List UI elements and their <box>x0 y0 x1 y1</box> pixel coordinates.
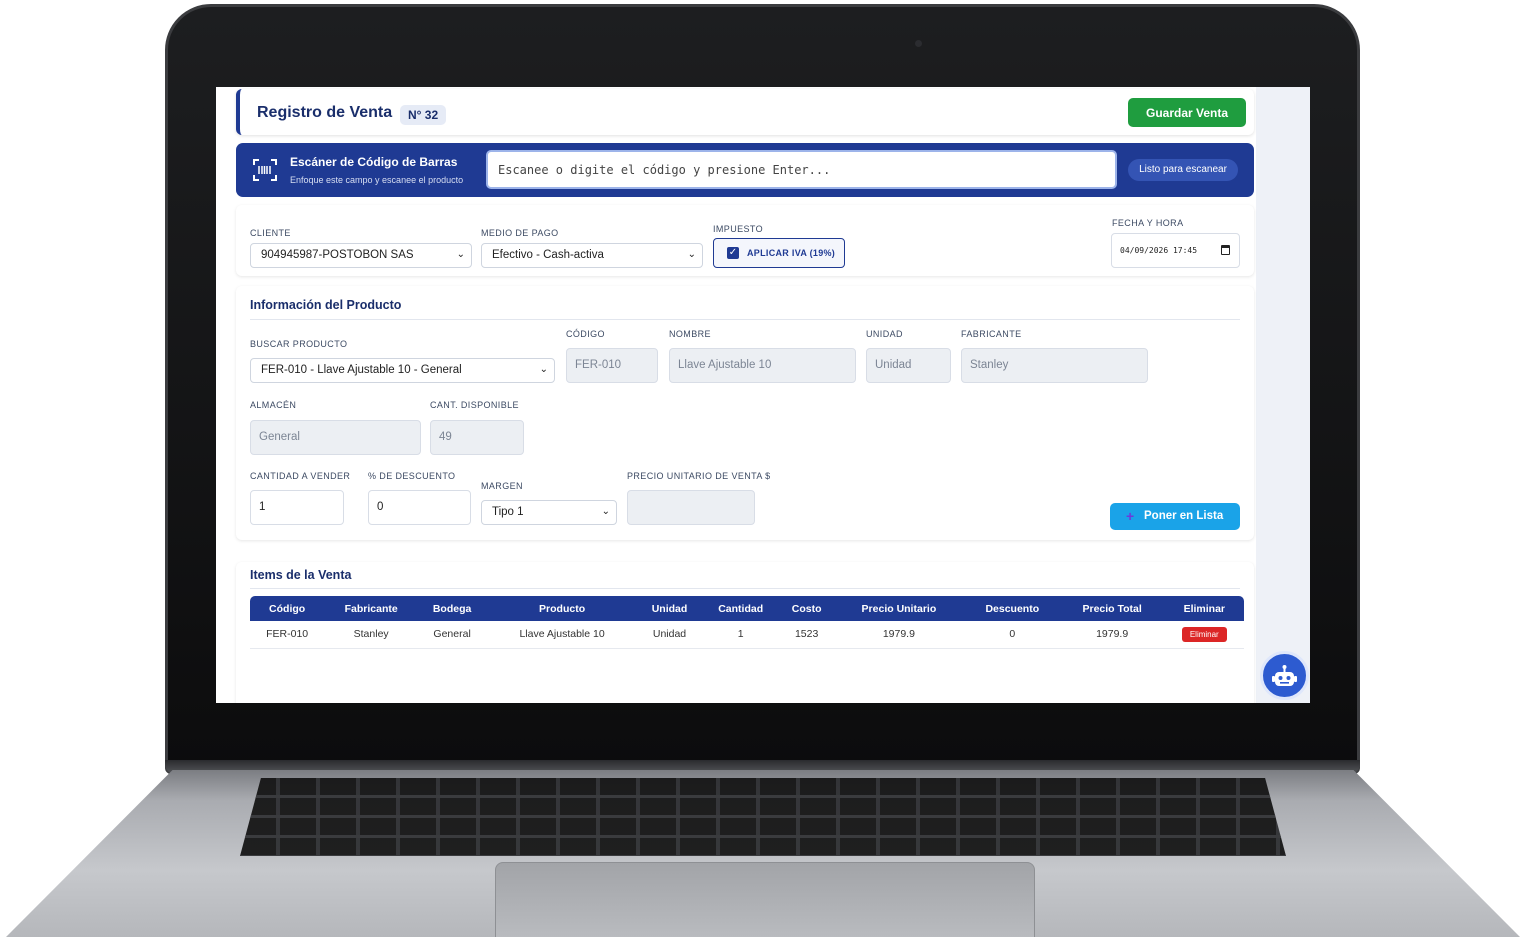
price-field <box>627 490 755 525</box>
page-title: Registro de Venta <box>257 104 393 121</box>
barcode-scan-icon <box>253 159 277 181</box>
cell-unidad: Unidad <box>638 621 701 649</box>
items-section-title: Items de la Venta <box>250 568 352 582</box>
product-divider <box>250 319 1240 320</box>
unit-label: UNIDAD <box>866 329 903 339</box>
chatbot-button[interactable] <box>1260 651 1309 700</box>
unit-field: Unidad <box>866 348 951 383</box>
page-side-strip <box>1256 87 1310 703</box>
payment-label: MEDIO DE PAGO <box>481 228 559 238</box>
app-screen: Registro de Venta N° 32 Guardar Venta Es… <box>216 87 1310 703</box>
col-producto: Producto <box>486 596 639 621</box>
add-to-list-label: Poner en Lista <box>1144 510 1224 522</box>
chevron-down-icon: ⌄ <box>456 249 465 260</box>
payment-value: Efectivo - Cash-activa <box>492 249 604 261</box>
robot-icon <box>1272 665 1297 686</box>
discount-input[interactable]: 0 <box>368 490 471 525</box>
available-label: CANT. DISPONIBLE <box>430 400 519 410</box>
barcode-input[interactable] <box>486 150 1117 189</box>
search-product-value: FER-010 - Llave Ajustable 10 - General <box>261 364 462 376</box>
scanner-title: Escáner de Código de Barras <box>290 155 458 169</box>
price-label: PRECIO UNITARIO DE VENTA $ <box>627 471 771 481</box>
name-field: Llave Ajustable 10 <box>669 348 856 383</box>
col-eliminar: Eliminar <box>1164 596 1244 621</box>
page: Registro de Venta N° 32 Guardar Venta Es… <box>216 87 1310 703</box>
calendar-icon[interactable] <box>1221 245 1230 255</box>
col-bodega: Bodega <box>418 596 487 621</box>
margin-value: Tipo 1 <box>492 506 524 518</box>
col-precio-unitario: Precio Unitario <box>832 596 965 621</box>
margin-label: MARGEN <box>481 481 523 491</box>
col-descuento: Descuento <box>964 596 1060 621</box>
apply-iva-toggle[interactable]: ✓ APLICAR IVA (19%) <box>713 238 845 268</box>
product-section-title: Información del Producto <box>250 298 402 312</box>
items-divider <box>250 588 1240 589</box>
keyboard-rows <box>240 778 1286 856</box>
cell-bodega: General <box>418 621 487 649</box>
datetime-input[interactable]: 04/09/2026 17:45 <box>1111 233 1240 268</box>
table-header-row: Código Fabricante Bodega Producto Unidad… <box>250 596 1244 621</box>
warehouse-field: General <box>250 420 421 455</box>
search-product-select[interactable]: FER-010 - Llave Ajustable 10 - General ⌄ <box>250 358 555 383</box>
maker-field: Stanley <box>961 348 1148 383</box>
client-select[interactable]: 904945987-POSTOBON SAS ⌄ <box>250 243 472 268</box>
apply-iva-label: APLICAR IVA (19%) <box>747 248 836 258</box>
col-fabricante: Fabricante <box>324 596 419 621</box>
datetime-value: 04/09/2026 17:45 <box>1120 246 1198 255</box>
datetime-label: FECHA Y HORA <box>1112 218 1184 228</box>
barcode-scanner-bar: Escáner de Código de Barras Enfoque este… <box>236 143 1254 197</box>
cell-precio-unitario: 1979.9 <box>832 621 965 649</box>
col-precio-total: Precio Total <box>1059 596 1165 621</box>
checkbox-checked-icon[interactable]: ✓ <box>727 247 739 259</box>
payment-select[interactable]: Efectivo - Cash-activa ⌄ <box>481 243 703 268</box>
delete-item-button[interactable]: Eliminar <box>1181 626 1227 642</box>
cell-eliminar: Eliminar <box>1164 621 1244 649</box>
cell-fabricante: Stanley <box>324 621 419 649</box>
cell-producto-text: Llave Ajustable 10 <box>519 628 605 641</box>
table-row: FER-010 Stanley General Llave Ajustable … <box>250 621 1244 649</box>
maker-label: FABRICANTE <box>961 329 1022 339</box>
qty-input[interactable]: 1 <box>250 490 344 525</box>
name-label: NOMBRE <box>669 329 711 339</box>
doc-number-badge: N° 32 <box>400 105 447 125</box>
items-table: Código Fabricante Bodega Producto Unidad… <box>250 596 1244 649</box>
cell-descuento: 0 <box>964 621 1060 649</box>
chevron-down-icon: ⌄ <box>687 249 696 260</box>
plus-icon: + <box>1126 508 1135 524</box>
header-card: Registro de Venta N° 32 Guardar Venta <box>236 89 1254 135</box>
code-field: FER-010 <box>566 348 658 383</box>
cell-costo: 1523 <box>780 621 833 649</box>
scanner-status-badge: Listo para escanear <box>1128 159 1238 181</box>
camera-dot <box>915 40 922 47</box>
qty-label: CANTIDAD A VENDER <box>250 471 351 481</box>
chevron-down-icon: ⌄ <box>601 506 610 517</box>
chevron-down-icon: ⌄ <box>539 364 548 375</box>
col-cantidad: Cantidad <box>700 596 781 621</box>
cell-producto: Llave Ajustable 10 <box>486 621 639 649</box>
laptop-trackpad <box>495 862 1035 937</box>
available-field: 49 <box>430 420 524 455</box>
scanner-subtitle: Enfoque este campo y escanee el producto <box>290 175 464 185</box>
save-sale-button[interactable]: Guardar Venta <box>1128 98 1246 127</box>
add-to-list-button[interactable]: + Poner en Lista <box>1110 503 1240 530</box>
margin-select[interactable]: Tipo 1 ⌄ <box>481 500 617 525</box>
tax-label: IMPUESTO <box>713 224 764 234</box>
col-codigo: Código <box>250 596 325 621</box>
cell-codigo: FER-010 <box>250 621 325 649</box>
client-label: CLIENTE <box>250 228 291 238</box>
cell-cantidad: 1 <box>700 621 781 649</box>
warehouse-label: ALMACÉN <box>250 400 297 410</box>
col-costo: Costo <box>780 596 833 621</box>
search-product-label: BUSCAR PRODUCTO <box>250 339 348 349</box>
discount-label: % DE DESCUENTO <box>368 471 456 481</box>
code-label: CÓDIGO <box>566 329 605 339</box>
client-value: 904945987-POSTOBON SAS <box>261 249 414 261</box>
cell-precio-total: 1979.9 <box>1059 621 1165 649</box>
col-unidad: Unidad <box>638 596 701 621</box>
